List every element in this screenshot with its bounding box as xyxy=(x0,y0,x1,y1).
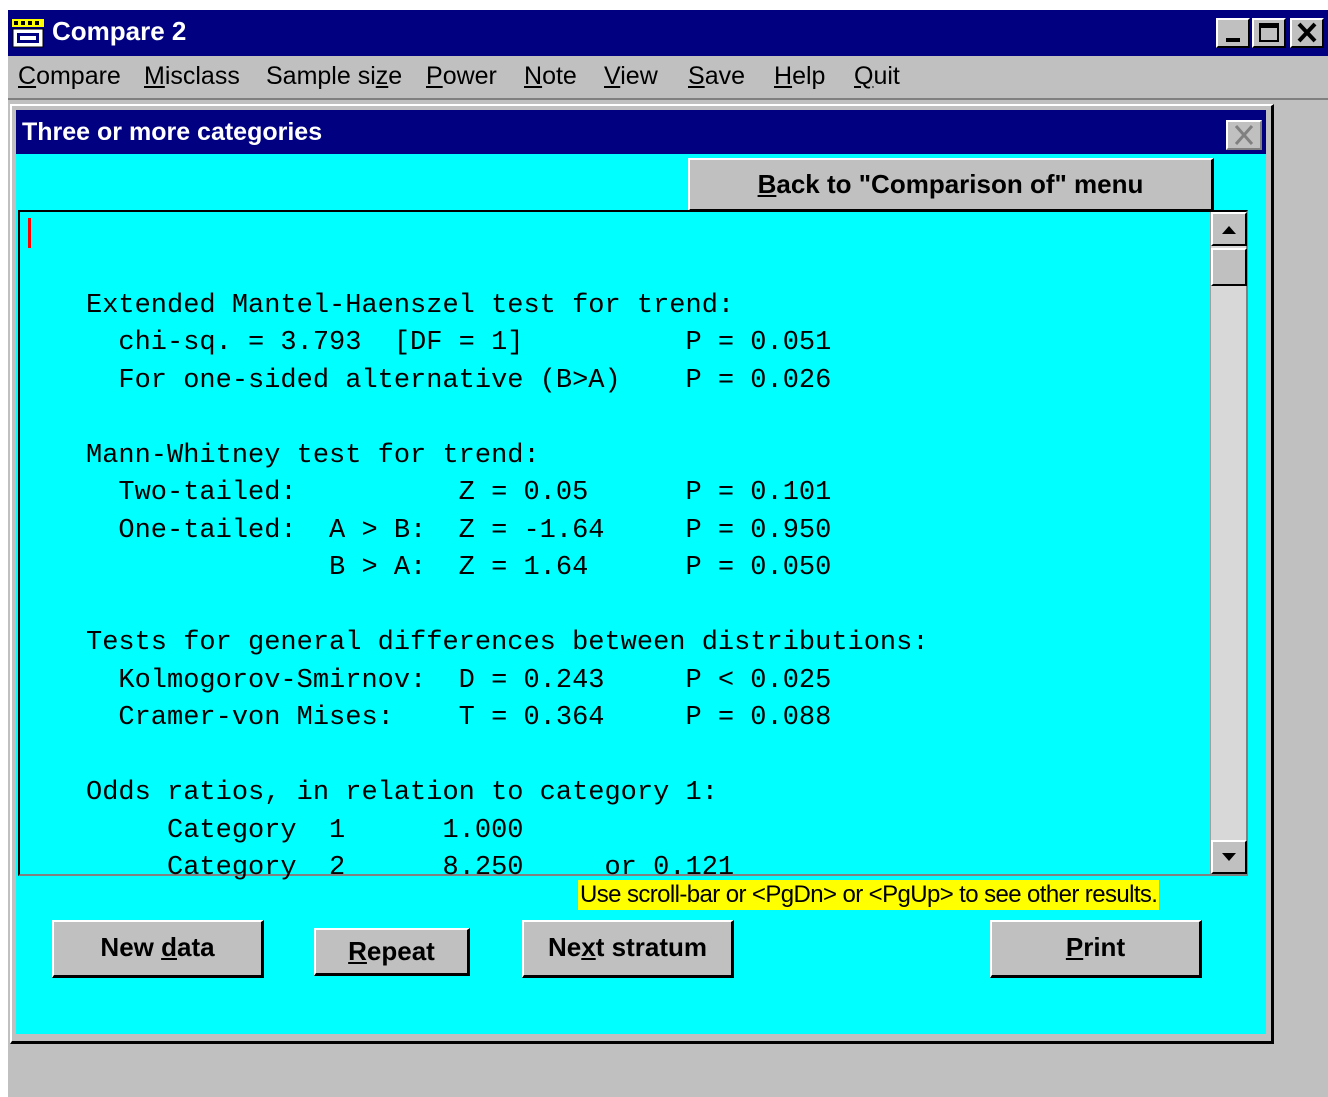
results-panel[interactable]: Extended Mantel-Haenszel test for trend:… xyxy=(18,210,1248,883)
results-line: Category 1 1.000 xyxy=(86,815,524,846)
scroll-hint: Use scroll-bar or <PgDn> or <PgUp> to se… xyxy=(578,880,1160,910)
repeat-button[interactable]: Repeat xyxy=(314,928,470,976)
back-to-comparison-menu-button[interactable]: Back to "Comparison of" menu xyxy=(688,158,1214,212)
minimize-icon xyxy=(1226,38,1240,42)
menu-compare[interactable]: Compare xyxy=(18,62,121,91)
menu-bar: Compare Misclass Sample size Power Note … xyxy=(8,56,1328,100)
results-line: Extended Mantel-Haenszel test for trend: xyxy=(86,290,735,321)
next-stratum-button[interactable]: Next stratum xyxy=(522,920,734,978)
results-line xyxy=(86,400,929,438)
results-line: Kolmogorov-Smirnov: D = 0.243 P < 0.025 xyxy=(86,665,832,696)
menu-view[interactable]: View xyxy=(604,62,658,91)
results-line: Odds ratios, in relation to category 1: xyxy=(86,778,718,808)
menu-sample-size[interactable]: Sample size xyxy=(266,62,402,91)
app-window: Compare 2 Compare Misclass Sample size P… xyxy=(8,10,1328,1097)
menu-save[interactable]: Save xyxy=(688,62,745,91)
menu-note[interactable]: Note xyxy=(524,62,577,91)
close-button[interactable] xyxy=(1290,18,1324,48)
title-bar[interactable]: Compare 2 xyxy=(8,10,1328,56)
scroll-down-button[interactable] xyxy=(1211,840,1247,874)
minimize-button[interactable] xyxy=(1216,18,1250,48)
scroll-up-icon xyxy=(1222,226,1236,234)
menu-misclass[interactable]: Misclass xyxy=(144,62,240,91)
results-line: Mann-Whitney test for trend: xyxy=(86,440,540,471)
dialog-body: Back to "Comparison of" menu Extended Ma… xyxy=(16,154,1266,1034)
app-icon xyxy=(12,19,44,48)
window-title: Compare 2 xyxy=(52,16,187,46)
results-line: Two-tailed: Z = 0.05 P = 0.101 xyxy=(86,478,832,508)
menu-power[interactable]: Power xyxy=(426,62,497,91)
results-line xyxy=(86,250,929,288)
menu-separator xyxy=(8,98,1328,100)
text-caret xyxy=(28,218,31,248)
results-dialog: Three or more categories Back to "Compar… xyxy=(10,104,1274,1044)
results-line xyxy=(86,588,929,626)
results-line: B > A: Z = 1.64 P = 0.050 xyxy=(86,553,832,583)
new-data-button[interactable]: New data xyxy=(52,920,264,978)
scroll-thumb[interactable] xyxy=(1211,248,1247,286)
results-line xyxy=(86,738,929,776)
scroll-up-button[interactable] xyxy=(1211,212,1247,246)
menu-quit[interactable]: Quit xyxy=(854,62,900,91)
dialog-close-button[interactable] xyxy=(1226,120,1262,150)
results-line: Cramer-von Mises: T = 0.364 P = 0.088 xyxy=(86,703,832,733)
results-line: For one-sided alternative (B>A) P = 0.02… xyxy=(86,365,832,396)
dialog-title-bar[interactable]: Three or more categories xyxy=(16,110,1266,154)
close-icon xyxy=(1297,22,1317,43)
vertical-scrollbar[interactable] xyxy=(1210,212,1247,874)
maximize-button[interactable] xyxy=(1252,18,1286,48)
menu-help[interactable]: Help xyxy=(774,62,825,91)
dialog-title: Three or more categories xyxy=(22,118,323,146)
maximize-icon xyxy=(1259,23,1279,42)
scroll-down-icon xyxy=(1222,853,1236,861)
results-text: Extended Mantel-Haenszel test for trend:… xyxy=(86,250,929,888)
results-line: chi-sq. = 3.793 [DF = 1] P = 0.051 xyxy=(86,328,832,358)
results-line: One-tailed: A > B: Z = -1.64 P = 0.950 xyxy=(86,515,832,546)
print-button[interactable]: Print xyxy=(990,920,1202,978)
results-line: Tests for general differences between di… xyxy=(86,628,929,658)
close-icon xyxy=(1234,125,1254,145)
